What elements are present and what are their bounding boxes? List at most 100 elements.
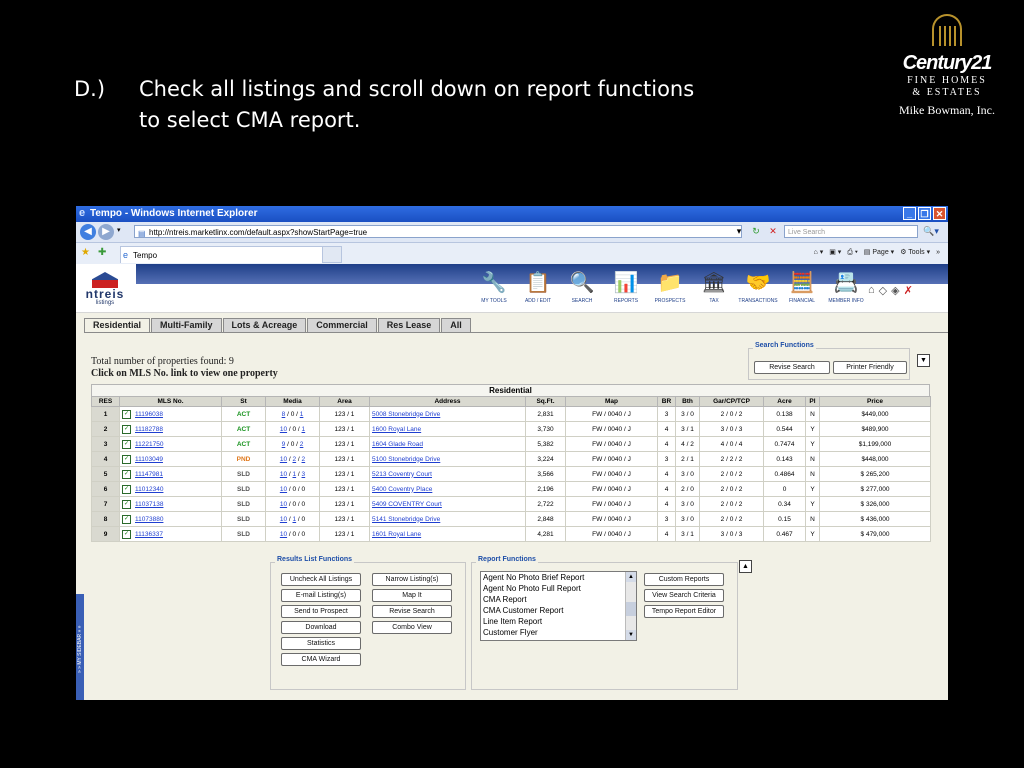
column-header[interactable]: MLS No. bbox=[119, 396, 222, 407]
column-header[interactable]: Gar/CP/TCP bbox=[699, 396, 764, 407]
tag-icon[interactable]: ◇ bbox=[879, 284, 887, 297]
media-link[interactable]: 9 bbox=[282, 441, 286, 448]
address-link[interactable]: 5141 Stonebridge Drive bbox=[372, 516, 440, 523]
address-dropdown-icon[interactable]: ▾ bbox=[732, 225, 746, 238]
tab-residential[interactable]: Residential bbox=[84, 318, 151, 333]
report-option[interactable]: CMA Report bbox=[481, 594, 636, 605]
home-shortcut-icon[interactable]: ⌂ bbox=[868, 284, 875, 297]
tab-lots-acreage[interactable]: Lots & Acreage bbox=[222, 318, 307, 332]
media-link[interactable]: 8 bbox=[282, 411, 286, 418]
media-link[interactable]: 3 bbox=[302, 471, 306, 478]
narrow-listings-button[interactable]: Narrow Listing(s) bbox=[372, 573, 452, 586]
stop-icon[interactable]: ✕ bbox=[766, 225, 780, 238]
search-icon[interactable]: 🔍▾ bbox=[921, 225, 941, 238]
home-icon[interactable]: ⌂ ▾ bbox=[814, 246, 824, 260]
report-type-listbox[interactable]: Agent No Photo Brief Report Agent No Phot… bbox=[480, 571, 637, 641]
report-option[interactable]: CMA Customer Report bbox=[481, 605, 636, 616]
column-header[interactable]: Address bbox=[369, 396, 526, 407]
row-checkbox[interactable]: ✓ bbox=[122, 454, 131, 464]
listbox-scrollbar[interactable]: ▲ ▼ bbox=[625, 572, 636, 640]
mls-link[interactable]: 11196038 bbox=[135, 411, 163, 418]
help-icon[interactable]: ◈ bbox=[891, 284, 899, 297]
toolbar-financial[interactable]: 🧮 FINANCIAL bbox=[780, 266, 824, 304]
print-icon[interactable]: ⎙ ▾ bbox=[847, 246, 858, 260]
media-link[interactable]: 10 bbox=[280, 501, 287, 508]
tempo-report-editor-button[interactable]: Tempo Report Editor bbox=[644, 605, 724, 618]
toolbar-tax[interactable]: 🏛 TAX bbox=[692, 266, 736, 304]
chevron-icon[interactable]: » bbox=[936, 246, 940, 260]
column-header[interactable]: Bth bbox=[675, 396, 700, 407]
address-link[interactable]: 5213 Coventry Court bbox=[372, 471, 432, 478]
live-search-input[interactable]: Live Search bbox=[784, 225, 918, 238]
maximize-button[interactable]: ❐ bbox=[918, 207, 931, 220]
address-link[interactable]: 1604 Glade Road bbox=[372, 441, 423, 448]
media-link[interactable]: 10 bbox=[280, 516, 287, 523]
mls-link[interactable]: 11136337 bbox=[135, 531, 163, 538]
column-header[interactable]: Acre bbox=[763, 396, 806, 407]
url-field[interactable]: ▤ http://ntreis.marketlinx.com/default.a… bbox=[134, 225, 742, 238]
toolbar-transactions[interactable]: 🤝 TRANSACTIONS bbox=[736, 266, 780, 304]
favorites-star-icon[interactable]: ★ bbox=[81, 247, 90, 258]
row-checkbox[interactable]: ✓ bbox=[122, 529, 131, 539]
media-link[interactable]: 10 bbox=[280, 426, 287, 433]
email-listings-button[interactable]: E-mail Listing(s) bbox=[281, 589, 361, 602]
tools-menu[interactable]: ⚙ Tools ▾ bbox=[900, 246, 930, 260]
revise-search-button[interactable]: Revise Search bbox=[754, 361, 830, 374]
toolbar-reports[interactable]: 📊 REPORTS bbox=[604, 266, 648, 304]
my-sidebar-tab[interactable]: » » MY SIDEBAR » » bbox=[76, 594, 84, 700]
media-link[interactable]: 2 bbox=[292, 456, 296, 463]
address-link[interactable]: 5008 Stonebridge Drive bbox=[372, 411, 440, 418]
column-header[interactable]: Sq.Ft. bbox=[525, 396, 566, 407]
tab-commercial[interactable]: Commercial bbox=[307, 318, 377, 332]
row-checkbox[interactable]: ✓ bbox=[122, 514, 131, 524]
column-header[interactable]: Map bbox=[565, 396, 658, 407]
mls-link[interactable]: 11012340 bbox=[135, 486, 163, 493]
printer-friendly-button[interactable]: Printer Friendly bbox=[833, 361, 907, 374]
address-link[interactable]: 5400 Coventry Place bbox=[372, 486, 432, 493]
logout-icon[interactable]: ✗ bbox=[904, 284, 913, 297]
column-header[interactable]: Price bbox=[819, 396, 931, 407]
uncheck-all-button[interactable]: Uncheck All Listings bbox=[281, 573, 361, 586]
tab-res-lease[interactable]: Res Lease bbox=[377, 318, 441, 332]
forward-button[interactable]: ▶ bbox=[98, 224, 114, 240]
row-checkbox[interactable]: ✓ bbox=[122, 439, 131, 449]
toolbar-search[interactable]: 🔍 SEARCH bbox=[560, 266, 604, 304]
minimize-button[interactable]: _ bbox=[903, 207, 916, 220]
mls-link[interactable]: 11221750 bbox=[135, 441, 163, 448]
cma-wizard-button[interactable]: CMA Wizard bbox=[281, 653, 361, 666]
combo-view-button[interactable]: Combo View bbox=[372, 621, 452, 634]
row-checkbox[interactable]: ✓ bbox=[122, 409, 131, 419]
mls-link[interactable]: 11182788 bbox=[135, 426, 163, 433]
report-option[interactable]: Line Item Report bbox=[481, 616, 636, 627]
column-header[interactable]: St bbox=[221, 396, 266, 407]
column-header[interactable]: Pl bbox=[805, 396, 820, 407]
media-link[interactable]: 10 bbox=[280, 486, 287, 493]
map-it-button[interactable]: Map It bbox=[372, 589, 452, 602]
add-favorites-icon[interactable]: ✚ bbox=[98, 247, 106, 258]
report-option[interactable]: Agent No Photo Full Report bbox=[481, 583, 636, 594]
ntreis-logo[interactable]: ntreis listings bbox=[80, 272, 130, 306]
refresh-icon[interactable]: ↻ bbox=[749, 225, 763, 238]
new-tab-button[interactable] bbox=[322, 246, 342, 263]
expand-up-icon[interactable]: ▲ bbox=[739, 560, 752, 573]
media-link[interactable]: 1 bbox=[292, 471, 296, 478]
browser-tab-tempo[interactable]: e Tempo bbox=[120, 246, 342, 263]
column-header[interactable]: RES bbox=[91, 396, 120, 407]
scroll-up-icon[interactable]: ▲ bbox=[626, 572, 636, 582]
toolbar-my-tools[interactable]: 🔧 MY TOOLS bbox=[472, 266, 516, 304]
view-search-criteria-button[interactable]: View Search Criteria bbox=[644, 589, 724, 602]
mls-link[interactable]: 11147981 bbox=[135, 471, 163, 478]
statistics-button[interactable]: Statistics bbox=[281, 637, 361, 650]
close-button[interactable]: ✕ bbox=[933, 207, 946, 220]
tab-all[interactable]: All bbox=[441, 318, 471, 332]
page-menu[interactable]: ▤ Page ▾ bbox=[864, 246, 894, 260]
address-link[interactable]: 5100 Stonebridge Drive bbox=[372, 456, 440, 463]
custom-reports-button[interactable]: Custom Reports bbox=[644, 573, 724, 586]
row-checkbox[interactable]: ✓ bbox=[122, 484, 131, 494]
revise-search-button-2[interactable]: Revise Search bbox=[372, 605, 452, 618]
collapse-icon[interactable]: ▼ bbox=[917, 354, 930, 367]
address-link[interactable]: 1600 Royal Lane bbox=[372, 426, 421, 433]
media-link[interactable]: 10 bbox=[280, 456, 287, 463]
report-option[interactable]: Agent No Photo Brief Report bbox=[481, 572, 636, 583]
column-header[interactable]: Area bbox=[319, 396, 370, 407]
